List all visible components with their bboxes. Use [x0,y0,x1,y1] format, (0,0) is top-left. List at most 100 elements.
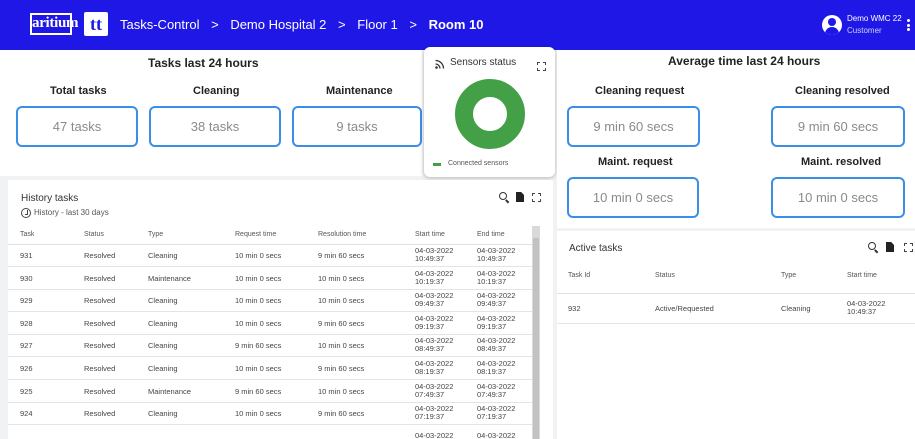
sensors-donut-chart [455,79,525,149]
resolution-time-cell: 10 min 0 secs [318,273,365,283]
column-header-end-time[interactable]: End time [477,231,505,238]
fullscreen-icon[interactable] [532,193,541,202]
type-cell: Cleaning [148,318,178,328]
request-time-cell: 9 min 60 secs [235,386,282,396]
end-time-cell: 08:19:37 [477,367,507,376]
table-row[interactable]: 930 Resolved Maintenance 10 min 0 secs 10 mi… [8,268,532,290]
column-header-task[interactable]: Task [20,231,34,238]
request-time-cell: 10 min 0 secs [235,273,282,283]
type-cell: Cleaning [148,409,178,419]
table-row[interactable]: 931 Resolved Cleaning 10 min 0 secs 9 min 60… [8,245,532,267]
column-header-type[interactable]: Type [781,272,796,279]
status-cell: Resolved [84,341,116,351]
more-vertical-icon[interactable] [907,19,910,31]
breadcrumb-floor[interactable]: Floor 1 [357,17,397,32]
breadcrumb-hospital[interactable]: Demo Hospital 2 [230,17,326,32]
column-header-type[interactable]: Type [148,231,163,238]
column-header-start-time[interactable]: Start time [415,231,445,238]
table-row[interactable]: 927 Resolved Cleaning 9 min 60 secs 10 min 0… [8,335,532,358]
request-time-cell: 10 min 0 secs [235,409,282,419]
total-tasks-value: 47 tasks [16,106,138,147]
breadcrumb-separator: > [409,17,417,32]
maintenance-value: 9 tasks [292,106,422,147]
total-tasks-label: Total tasks [50,85,107,97]
type-cell: Cleaning [781,304,811,313]
start-time-cell: 09:19:37 [415,321,445,331]
sensors-donut-ring [455,79,525,149]
table-row[interactable]: 926 Resolved Cleaning 10 min 0 secs 9 min 60… [8,358,532,380]
maint-resolved-label: Maint. resolved [801,156,882,168]
breadcrumb-tasks-control[interactable]: Tasks-Control [120,17,199,32]
sensors-status-title: Sensors status [450,57,517,68]
cleaning-resolved-value: 9 min 60 secs [771,106,905,147]
task-cell: 928 [20,318,33,328]
cleaning-label: Cleaning [193,85,240,97]
maint-request-value: 10 min 0 secs [567,177,699,218]
active-tasks-panel: Active tasks Task Id Status Type Start t… [557,231,915,439]
breadcrumb-room: Room 10 [428,17,484,32]
user-role: Customer [847,26,882,35]
column-header-status[interactable]: Status [655,272,675,279]
end-time-cell: 09:19:37 [477,321,507,331]
status-cell: Resolved [84,318,116,328]
task-cell: 926 [20,364,33,373]
maintenance-label: Maintenance [326,85,393,97]
task-cell: 927 [20,341,33,351]
start-time-cell: 08:49:37 [415,344,445,354]
task-cell: 931 [20,251,33,260]
tt-logo[interactable]: tt [84,12,108,36]
connected-sensors-legend-swatch [433,163,441,166]
cleaning-request-value: 9 min 60 secs [567,106,700,147]
end-time-cell: 07:19:37 [477,412,507,422]
resolution-time-cell: 9 min 60 secs [318,318,365,328]
search-icon[interactable] [499,192,507,200]
type-cell: Maintenance [148,273,191,283]
type-cell: Cleaning [148,341,178,351]
column-header-status[interactable]: Status [84,231,104,238]
tasks-24h-title: Tasks last 24 hours [148,56,259,70]
breadcrumb: Tasks-Control > Demo Hospital 2 > Floor … [120,17,483,32]
request-time-cell: 10 min 0 secs [235,318,282,328]
account-icon[interactable] [822,15,842,35]
maint-request-label: Maint. request [598,156,673,168]
table-row[interactable]: 924 Resolved Cleaning 10 min 0 secs 9 min 60… [8,403,532,426]
breadcrumb-separator: > [338,17,346,32]
start-time-cell: 07:19:37 [415,412,445,422]
average-time-panel: Average time last 24 hours Cleaning requ… [557,50,915,228]
start-time-cell: 08:19:37 [415,367,445,376]
table-row[interactable]: 929 Resolved Cleaning 10 min 0 secs 10 min 0… [8,290,532,313]
table-row[interactable]: 928 Resolved Cleaning 10 min 0 secs 9 min 60… [8,313,532,335]
request-time-cell: 10 min 0 secs [235,251,282,260]
search-icon[interactable] [868,242,876,250]
table-row[interactable]: 932 Active/Requested Cleaning 04-03-2022… [557,294,915,324]
fullscreen-icon[interactable] [904,243,913,252]
column-header-resolution-time[interactable]: Resolution time [318,231,366,238]
type-cell: Maintenance [148,386,191,396]
status-cell: Active/Requested [655,304,714,313]
task-cell: 924 [20,409,33,419]
export-file-icon[interactable] [516,192,524,202]
aritium-logo[interactable]: aritium [30,13,79,35]
request-time-cell: 9 min 60 secs [235,341,282,351]
history-scrollbar-thumb[interactable] [533,238,539,439]
end-time-cell: 07:49:37 [477,389,507,399]
maint-resolved-value: 10 min 0 secs [771,177,905,218]
type-cell: Cleaning [148,364,178,373]
table-row[interactable]: 925 Resolved Maintenance 9 min 60 secs 10 mi… [8,381,532,403]
status-cell: Resolved [84,409,116,419]
column-header-start-time[interactable]: Start time [847,272,877,279]
end-time-cell: 09:49:37 [477,299,507,309]
request-time-cell: 10 min 0 secs [235,364,282,373]
resolution-time-cell: 10 min 0 secs [318,386,365,396]
column-header-task-id[interactable]: Task Id [568,272,590,279]
request-time-cell: 10 min 0 secs [235,296,282,306]
status-cell: Resolved [84,364,116,373]
export-file-icon[interactable] [886,242,894,252]
start-time-cell: 07:49:37 [415,389,445,399]
fullscreen-icon[interactable] [537,62,546,71]
active-tasks-title: Active tasks [569,243,623,254]
task-cell: 930 [20,273,33,283]
column-header-request-time[interactable]: Request time [235,231,276,238]
resolution-time-cell: 9 min 60 secs [318,364,365,373]
task-id-cell: 932 [568,304,581,313]
